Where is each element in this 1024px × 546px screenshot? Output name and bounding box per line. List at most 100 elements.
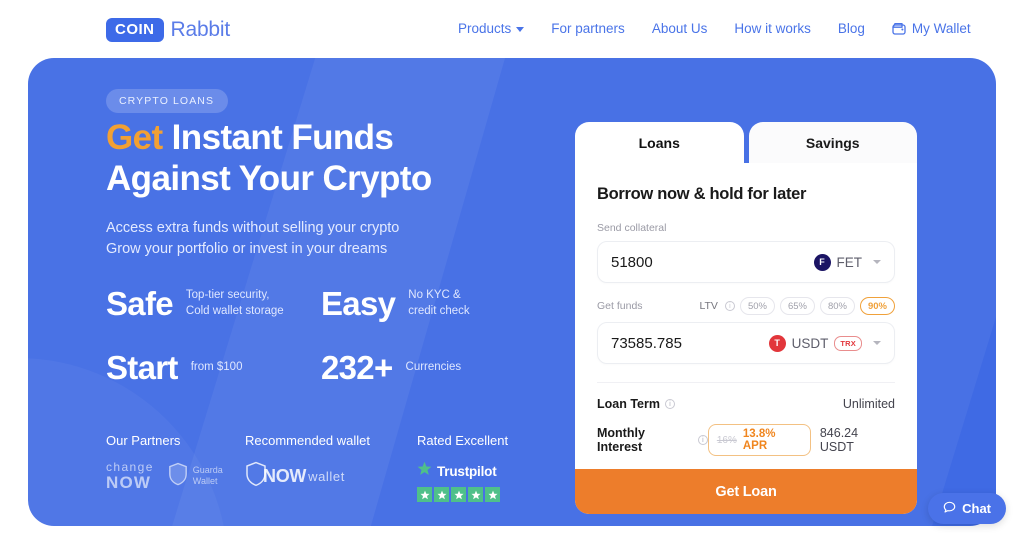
stats-row-1: Safe Top-tier security, Cold wallet stor… (106, 285, 546, 323)
nowwallet-now: NOW (263, 466, 307, 486)
nav-label-my-wallet: My Wallet (911, 21, 971, 36)
nowwallet-shield-icon (245, 461, 266, 492)
funds-amount-input[interactable]: 73585.785 (611, 335, 682, 352)
loan-term-row: Loan Term i Unlimited (597, 397, 895, 411)
chevron-down-icon[interactable] (873, 341, 881, 345)
ltv-option-65[interactable]: 65% (779, 297, 815, 315)
shield-icon (168, 462, 188, 489)
info-icon[interactable]: i (697, 435, 708, 445)
logo[interactable]: COIN Rabbit (106, 18, 230, 42)
collateral-currency-label: FET (836, 254, 863, 270)
chevron-down-icon (516, 27, 525, 32)
hero-title-accent: Get (106, 118, 163, 157)
apr-pill: 16% 13.8% APR (707, 424, 811, 456)
get-loan-button[interactable]: Get Loan (575, 469, 917, 514)
rating-star (434, 487, 449, 502)
funds-currency-selector[interactable]: T USDT TRX (768, 334, 881, 352)
star-icon (417, 461, 432, 481)
logo-badge: COIN (106, 18, 164, 42)
stat-start: Start from $100 (106, 349, 321, 387)
ltv-option-80[interactable]: 80% (819, 297, 855, 315)
logo-wordmark: Rabbit (170, 18, 231, 41)
nav-item-about-us[interactable]: About Us (652, 21, 708, 36)
nav-item-products[interactable]: Products (458, 21, 525, 36)
changenow-top: change (106, 460, 154, 474)
nav-item-for-partners[interactable]: For partners (551, 21, 625, 36)
guarda-line1: Guarda (192, 464, 223, 475)
stat-safe-desc-l1: Top-tier security, (185, 289, 270, 302)
nav-label-how-it-works: How it works (734, 21, 811, 36)
trustpilot-stars (417, 487, 557, 502)
chat-label: Chat (962, 501, 991, 516)
tab-savings[interactable]: Savings (748, 122, 917, 164)
stat-easy-desc: No KYC & credit check (408, 288, 469, 320)
tab-loans[interactable]: Loans (575, 122, 744, 164)
ltv-label: LTV (699, 300, 718, 312)
ltv-option-50[interactable]: 50% (739, 297, 775, 315)
rating-star (417, 487, 432, 502)
fet-coin-icon: F (813, 253, 831, 271)
funds-currency-label: USDT (791, 335, 829, 351)
nav-label-about-us: About Us (651, 21, 708, 36)
stat-easy-desc-l2: credit check (408, 305, 470, 317)
partners-title: Our Partners (106, 433, 181, 448)
changenow-bottom: NOW (106, 473, 152, 492)
monthly-interest-row: Monthly Interest i 16% 13.8% APR 846.24 … (597, 424, 895, 456)
collateral-input-row[interactable]: 51800 F FET (597, 241, 895, 283)
stat-currencies-desc: Currencies (405, 361, 462, 374)
stat-safe: Safe Top-tier security, Cold wallet stor… (106, 285, 321, 323)
rating-star (451, 487, 466, 502)
guarda-label: Guarda Wallet (193, 465, 223, 488)
stat-start-value: Start (106, 349, 178, 386)
chevron-down-icon[interactable] (873, 260, 881, 264)
nowwallet-logo: NOW wallet (245, 461, 417, 492)
partners-section: Our Partners change NOW Guarda Wallet Re… (106, 433, 576, 502)
monthly-interest-amount: 846.24 USDT (819, 426, 859, 454)
calculator-heading: Borrow now & hold for later (597, 185, 807, 203)
hero-subtitle-line2: Grow your portfolio or invest in your dr… (106, 240, 388, 257)
hero-subtitle: Access extra funds without selling your … (106, 218, 536, 259)
guarda-logo: Guarda Wallet (168, 462, 223, 489)
chat-widget-button[interactable]: Chat (928, 493, 1006, 524)
site-header: COIN Rabbit Products For partners About … (0, 0, 1024, 58)
nav-item-blog[interactable]: Blog (838, 21, 865, 36)
interest-values: 16% 13.8% APR 846.24 USDT (707, 424, 895, 456)
trustpilot-label: Trustpilot (437, 463, 497, 479)
nav-label-for-partners: For partners (551, 21, 625, 36)
hero-title-line2: Against Your Crypto (106, 159, 432, 199)
info-icon[interactable]: i (664, 399, 675, 409)
funds-input-row[interactable]: 73585.785 T USDT TRX (597, 322, 895, 364)
monthly-interest-label: Monthly Interest i (597, 426, 708, 454)
recommended-wallet-column: Recommended wallet NOW wallet (245, 433, 417, 502)
info-icon[interactable]: i (724, 301, 735, 311)
guarda-line2: Wallet (192, 476, 218, 486)
changenow-logo: change NOW (106, 461, 154, 491)
nav-label-blog: Blog (837, 21, 865, 36)
stat-safe-desc: Top-tier security, Cold wallet storage (186, 288, 284, 320)
collateral-amount-input[interactable]: 51800 (611, 254, 653, 271)
divider (597, 382, 895, 383)
stat-easy: Easy No KYC & credit check (321, 285, 470, 323)
nav-item-my-wallet[interactable]: My Wallet (892, 21, 971, 36)
nav-item-how-it-works[interactable]: How it works (734, 21, 811, 36)
nav-label-products: Products (458, 21, 512, 36)
ltv-option-90[interactable]: 90% (859, 297, 895, 315)
recommended-wallet-title: Recommended wallet (245, 433, 371, 448)
funds-label: Get funds (597, 300, 643, 312)
hero-title: Get Instant Funds Against Your Crypto (106, 117, 566, 200)
hero-category-badge: CRYPTO LOANS (106, 89, 229, 113)
loan-term-value: Unlimited (842, 397, 895, 411)
hero-subtitle-line1: Access extra funds without selling your … (106, 220, 400, 236)
monthly-interest-text: Monthly Interest (597, 426, 645, 454)
loan-term-label: Loan Term i (597, 397, 675, 411)
usdt-coin-icon: T (768, 334, 786, 352)
loan-calculator-card: Loans Savings Borrow now & hold for late… (575, 122, 917, 514)
page-root: COIN Rabbit Products For partners About … (0, 0, 1024, 546)
stat-currencies: 232+ Currencies (321, 349, 461, 387)
rating-star (468, 487, 483, 502)
apr-old-rate: 16% (716, 434, 737, 446)
rating-column: Rated Excellent Trustpilot (417, 433, 557, 502)
collateral-currency-selector[interactable]: F FET (813, 253, 881, 271)
calculator-body: Borrow now & hold for later Send collate… (575, 163, 917, 514)
wallet-icon (892, 22, 907, 36)
